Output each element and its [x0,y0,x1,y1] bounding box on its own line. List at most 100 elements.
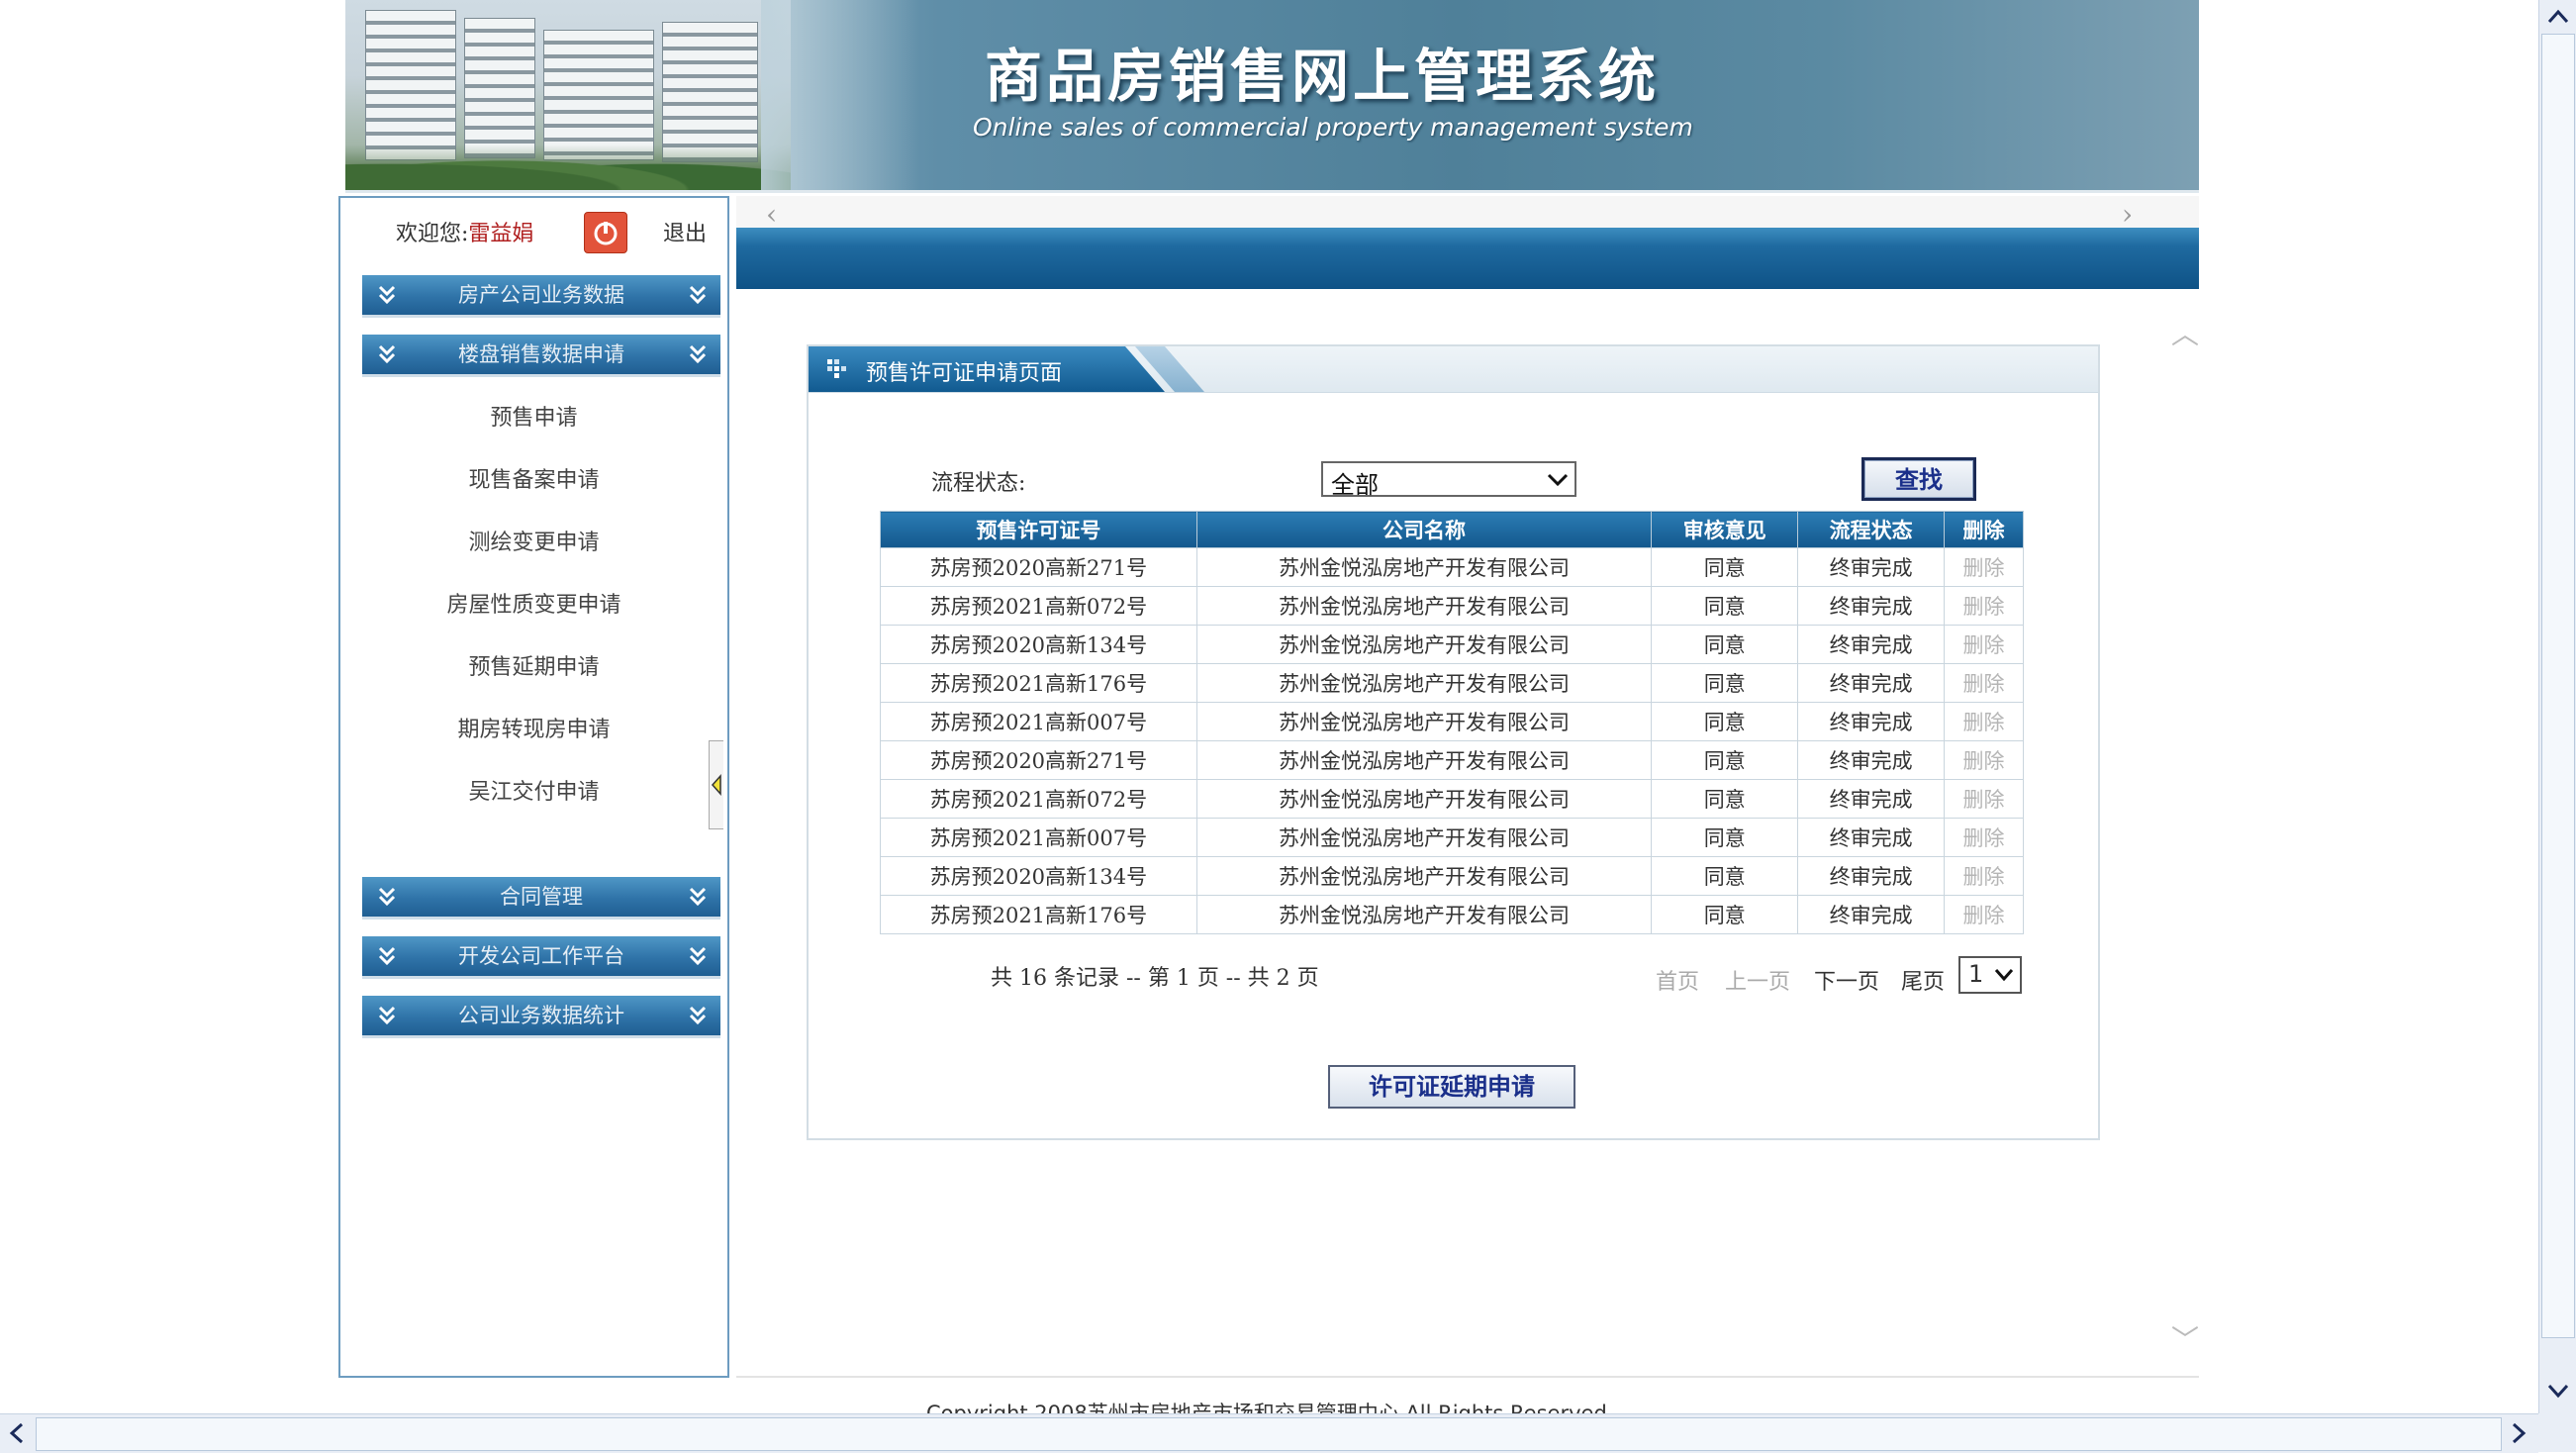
cell-company: 苏州金悦泓房地产开发有限公司 [1195,740,1653,780]
process-status-select[interactable]: 全部 [1321,461,1576,499]
table-row: 苏房预2021高新007号 苏州金悦泓房地产开发有限公司 同意 终审完成 删除 [880,818,2024,857]
sidebar-item-property-change[interactable]: 房屋性质变更申请 [340,587,727,619]
chevron-left-icon[interactable]: ‹ [766,198,777,231]
welcome-bar: 欢迎您:雷益娟 退出 [340,204,727,253]
cell-review: 同意 [1651,702,1799,741]
welcome-text: 欢迎您:雷益娟 [396,216,533,247]
sidebar-item-survey-change[interactable]: 测绘变更申请 [340,525,727,556]
search-button[interactable]: 查找 [1861,457,1976,501]
delete-link: 删除 [1944,625,2024,664]
system-title: 商品房销售网上管理系统 [985,43,1661,110]
username: 雷益娟 [468,222,534,246]
horizontal-scrollbar[interactable] [0,1413,2538,1453]
cell-permit-no[interactable]: 苏房预2020高新134号 [880,625,1197,664]
cell-permit-no[interactable]: 苏房预2020高新271号 [880,740,1197,780]
cell-permit-no[interactable]: 苏房预2021高新176号 [880,663,1197,703]
power-icon[interactable] [584,212,627,253]
content-scroll-up-icon[interactable]: ︿ [2171,313,2199,352]
cell-permit-no[interactable]: 苏房预2021高新072号 [880,779,1197,819]
vertical-scrollbar[interactable] [2538,0,2576,1413]
vertical-scroll-thumb[interactable] [2541,34,2575,1338]
menu-company-data[interactable]: 房产公司业务数据 [362,275,720,318]
cell-company: 苏州金悦泓房地产开发有限公司 [1195,586,1653,626]
content-scroll-down-icon[interactable]: ﹀ [2171,1318,2199,1358]
cell-permit-no[interactable]: 苏房预2021高新072号 [880,586,1197,626]
cell-permit-no[interactable]: 苏房预2021高新007号 [880,818,1197,857]
menu-label: 房产公司业务数据 [458,283,624,307]
welcome-label: 欢迎您: [396,222,469,246]
sidebar-item-wujiang-delivery[interactable]: 吴江交付申请 [340,774,727,806]
cell-status: 终审完成 [1797,547,1946,587]
chevron-down-icon [1547,473,1569,487]
menu-label: 公司业务数据统计 [458,1004,624,1027]
menu-label: 开发公司工作平台 [458,944,624,968]
table-row: 苏房预2021高新007号 苏州金悦泓房地产开发有限公司 同意 终审完成 删除 [880,702,2024,741]
table-row: 苏房预2020高新271号 苏州金悦泓房地产开发有限公司 同意 终审完成 删除 [880,740,2024,780]
grid-dots-icon [827,359,846,378]
page-number-select[interactable]: 1 [1958,956,2022,994]
double-chevron-down-icon [378,285,396,305]
double-chevron-down-icon [689,887,707,907]
header-banner: 商品房销售网上管理系统 Online sales of commercial p… [345,0,2199,193]
cell-status: 终审完成 [1797,740,1946,780]
menu-contract-management[interactable]: 合同管理 [362,877,720,920]
cell-permit-no[interactable]: 苏房预2020高新271号 [880,547,1197,587]
sidebar-collapse-handle[interactable] [709,740,723,829]
delete-link: 删除 [1944,779,2024,819]
menu-label: 楼盘销售数据申请 [458,342,624,366]
cell-status: 终审完成 [1797,895,1946,934]
cell-company: 苏州金悦泓房地产开发有限公司 [1195,895,1653,934]
cell-permit-no[interactable]: 苏房预2021高新176号 [880,895,1197,934]
scroll-left-arrow-icon[interactable] [8,1422,24,1444]
cell-status: 终审完成 [1797,586,1946,626]
double-chevron-down-icon [689,946,707,966]
table-row: 苏房预2021高新176号 苏州金悦泓房地产开发有限公司 同意 终审完成 删除 [880,895,2024,934]
scroll-right-arrow-icon[interactable] [2512,1422,2528,1444]
sidebar-item-presale-extension[interactable]: 预售延期申请 [340,649,727,681]
pager-next[interactable]: 下一页 [1814,964,1879,996]
cell-review: 同意 [1651,740,1799,780]
double-chevron-down-icon [689,285,707,305]
sidebar-item-future-to-existing[interactable]: 期房转现房申请 [340,712,727,743]
triangle-left-icon [711,774,721,796]
menu-business-statistics[interactable]: 公司业务数据统计 [362,996,720,1038]
cell-status: 终审完成 [1797,702,1946,741]
horizontal-scroll-thumb[interactable] [36,1417,2502,1451]
chevron-right-icon[interactable]: › [2122,198,2133,231]
double-chevron-down-icon [378,946,396,966]
cell-permit-no[interactable]: 苏房预2021高新007号 [880,702,1197,741]
pager-last[interactable]: 尾页 [1901,964,1945,996]
delete-link: 删除 [1944,586,2024,626]
logout-link[interactable]: 退出 [663,216,707,247]
cell-status: 终审完成 [1797,663,1946,703]
cell-company: 苏州金悦泓房地产开发有限公司 [1195,818,1653,857]
cell-review: 同意 [1651,586,1799,626]
process-status-label: 流程状态: [931,471,1026,496]
col-header-review: 审核意见 [1651,511,1799,548]
double-chevron-down-icon [689,344,707,364]
scroll-up-arrow-icon[interactable] [2547,8,2569,24]
chevron-down-icon [1994,969,2014,982]
cell-permit-no[interactable]: 苏房预2020高新134号 [880,856,1197,896]
menu-sales-application[interactable]: 楼盘销售数据申请 [362,335,720,377]
scrollbar-corner [2538,1413,2576,1452]
menu-developer-platform[interactable]: 开发公司工作平台 [362,936,720,979]
delete-link: 删除 [1944,895,2024,934]
cell-company: 苏州金悦泓房地产开发有限公司 [1195,856,1653,896]
select-value: 1 [1968,960,1984,988]
delete-link: 删除 [1944,818,2024,857]
sidebar-item-spot-sale[interactable]: 现售备案申请 [340,462,727,494]
cell-review: 同意 [1651,547,1799,587]
sidebar-item-presale[interactable]: 预售申请 [340,400,727,432]
table-row: 苏房预2021高新176号 苏州金悦泓房地产开发有限公司 同意 终审完成 删除 [880,663,2024,703]
permit-table: 预售许可证号 公司名称 审核意见 流程状态 删除 苏房预2020高新271号 苏… [880,511,2024,934]
cell-review: 同意 [1651,625,1799,664]
permit-extension-button[interactable]: 许可证延期申请 [1328,1065,1575,1109]
scroll-down-arrow-icon[interactable] [2547,1384,2569,1400]
col-header-company: 公司名称 [1195,511,1653,548]
pager-first: 首页 [1656,970,1700,995]
table-row: 苏房预2021高新072号 苏州金悦泓房地产开发有限公司 同意 终审完成 删除 [880,779,2024,819]
select-value: 全部 [1331,471,1379,499]
cell-review: 同意 [1651,818,1799,857]
menu-label: 合同管理 [500,885,583,909]
